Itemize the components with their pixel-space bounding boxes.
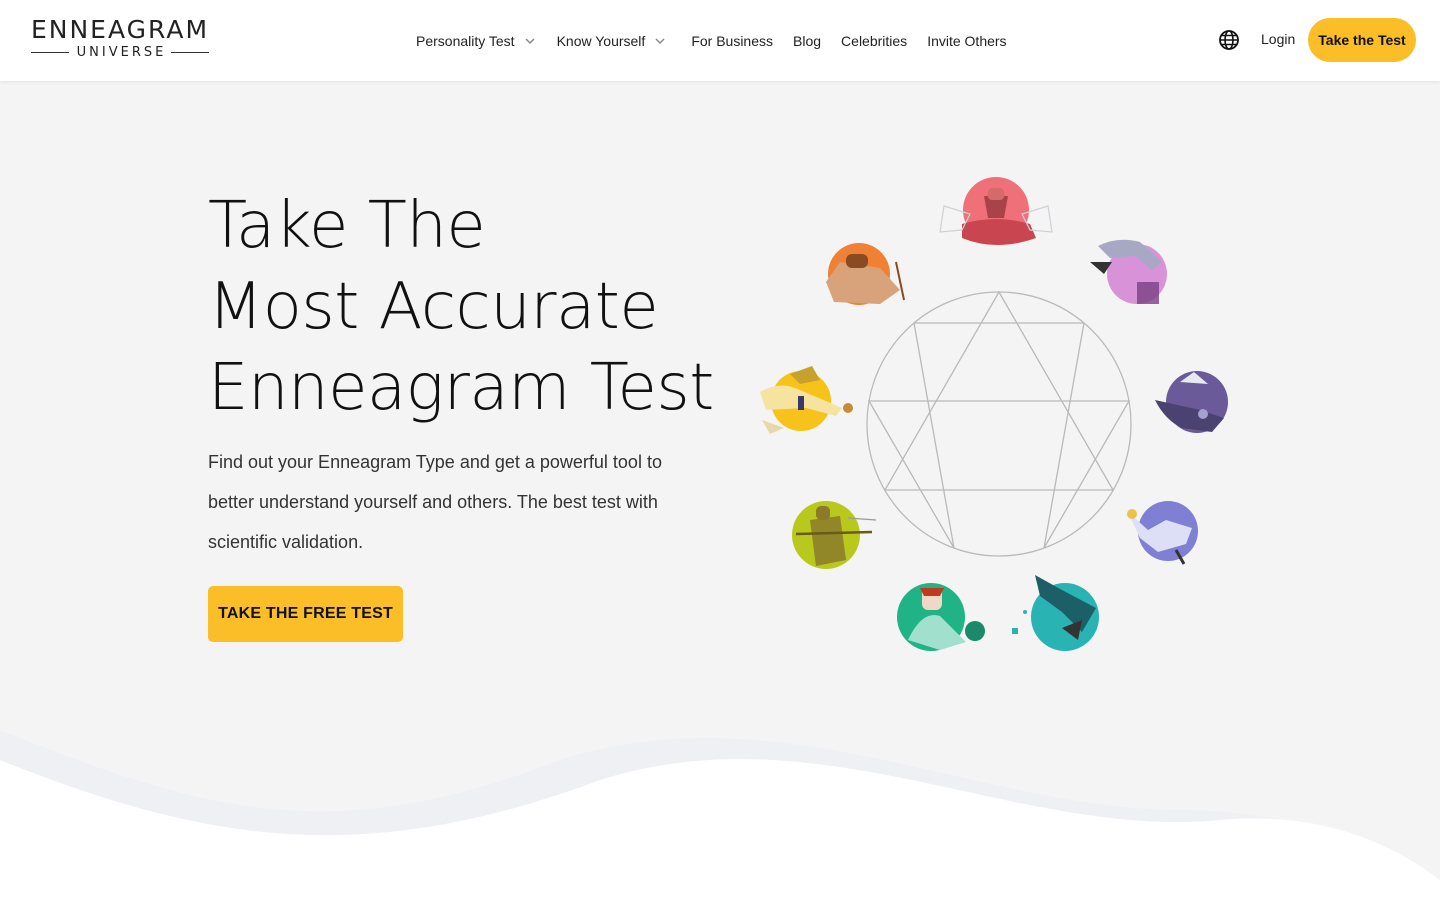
nav-item-label: Celebrities xyxy=(841,32,908,49)
chevron-down-icon xyxy=(655,37,665,44)
type-8-avatar[interactable] xyxy=(826,243,905,305)
hero-title-line: Enneagram Test xyxy=(208,351,714,425)
hero-title-line: Most Accurate xyxy=(208,270,659,344)
type-4-avatar[interactable] xyxy=(1012,575,1099,651)
logo-subtitle: UNIVERSE xyxy=(76,45,167,60)
type-2-avatar[interactable] xyxy=(1155,371,1228,433)
type-9-avatar[interactable] xyxy=(939,177,1053,245)
logo[interactable]: ENNEAGRAM UNIVERSE xyxy=(28,16,212,64)
nav-item-label: Blog xyxy=(793,32,822,49)
logo-rule-left xyxy=(30,51,69,54)
nav-item-label: Invite Others xyxy=(927,32,1007,49)
background-wave xyxy=(0,730,1440,900)
logo-rule-right xyxy=(171,51,210,54)
nav-item-celebrities[interactable]: Celebrities xyxy=(841,33,907,49)
main-nav: Personality Test Know Yourself For Busin… xyxy=(416,0,1027,81)
chevron-down-icon xyxy=(525,37,535,44)
type-7-avatar[interactable] xyxy=(760,366,853,434)
type-1-avatar[interactable] xyxy=(1090,239,1167,304)
nav-item-personality-test[interactable]: Personality Test xyxy=(416,33,537,49)
enneagram-figure xyxy=(866,290,1132,557)
enneagram-illustration xyxy=(760,177,1228,651)
logo-subline: UNIVERSE xyxy=(28,45,212,60)
hero-title: Take The Most Accurate Enneagram Test xyxy=(208,186,728,429)
nav-item-label: Know Yourself xyxy=(556,32,646,49)
nav-item-know-yourself[interactable]: Know Yourself xyxy=(557,33,668,49)
type-5-avatar[interactable] xyxy=(897,583,985,651)
take-free-test-button[interactable]: TAKE THE FREE TEST xyxy=(208,586,403,642)
nav-item-label: For Business xyxy=(691,32,774,49)
nav-item-for-business[interactable]: For Business xyxy=(691,33,773,49)
login-link[interactable]: Login xyxy=(1261,31,1295,47)
take-test-button[interactable]: Take the Test xyxy=(1308,18,1416,62)
type-6-avatar[interactable] xyxy=(792,501,877,569)
nav-item-blog[interactable]: Blog xyxy=(793,33,821,49)
nav-item-label: Personality Test xyxy=(416,32,515,49)
hero-description: Find out your Enneagram Type and get a p… xyxy=(208,452,662,552)
site-header: ENNEAGRAM UNIVERSE Personality Test Know… xyxy=(0,0,1440,81)
logo-wordmark: ENNEAGRAM xyxy=(30,15,210,44)
hero-title-line: Take The xyxy=(208,189,486,263)
type-3-avatar[interactable] xyxy=(1127,501,1198,565)
globe-icon[interactable] xyxy=(1217,28,1241,52)
nav-item-invite-others[interactable]: Invite Others xyxy=(927,33,1006,49)
